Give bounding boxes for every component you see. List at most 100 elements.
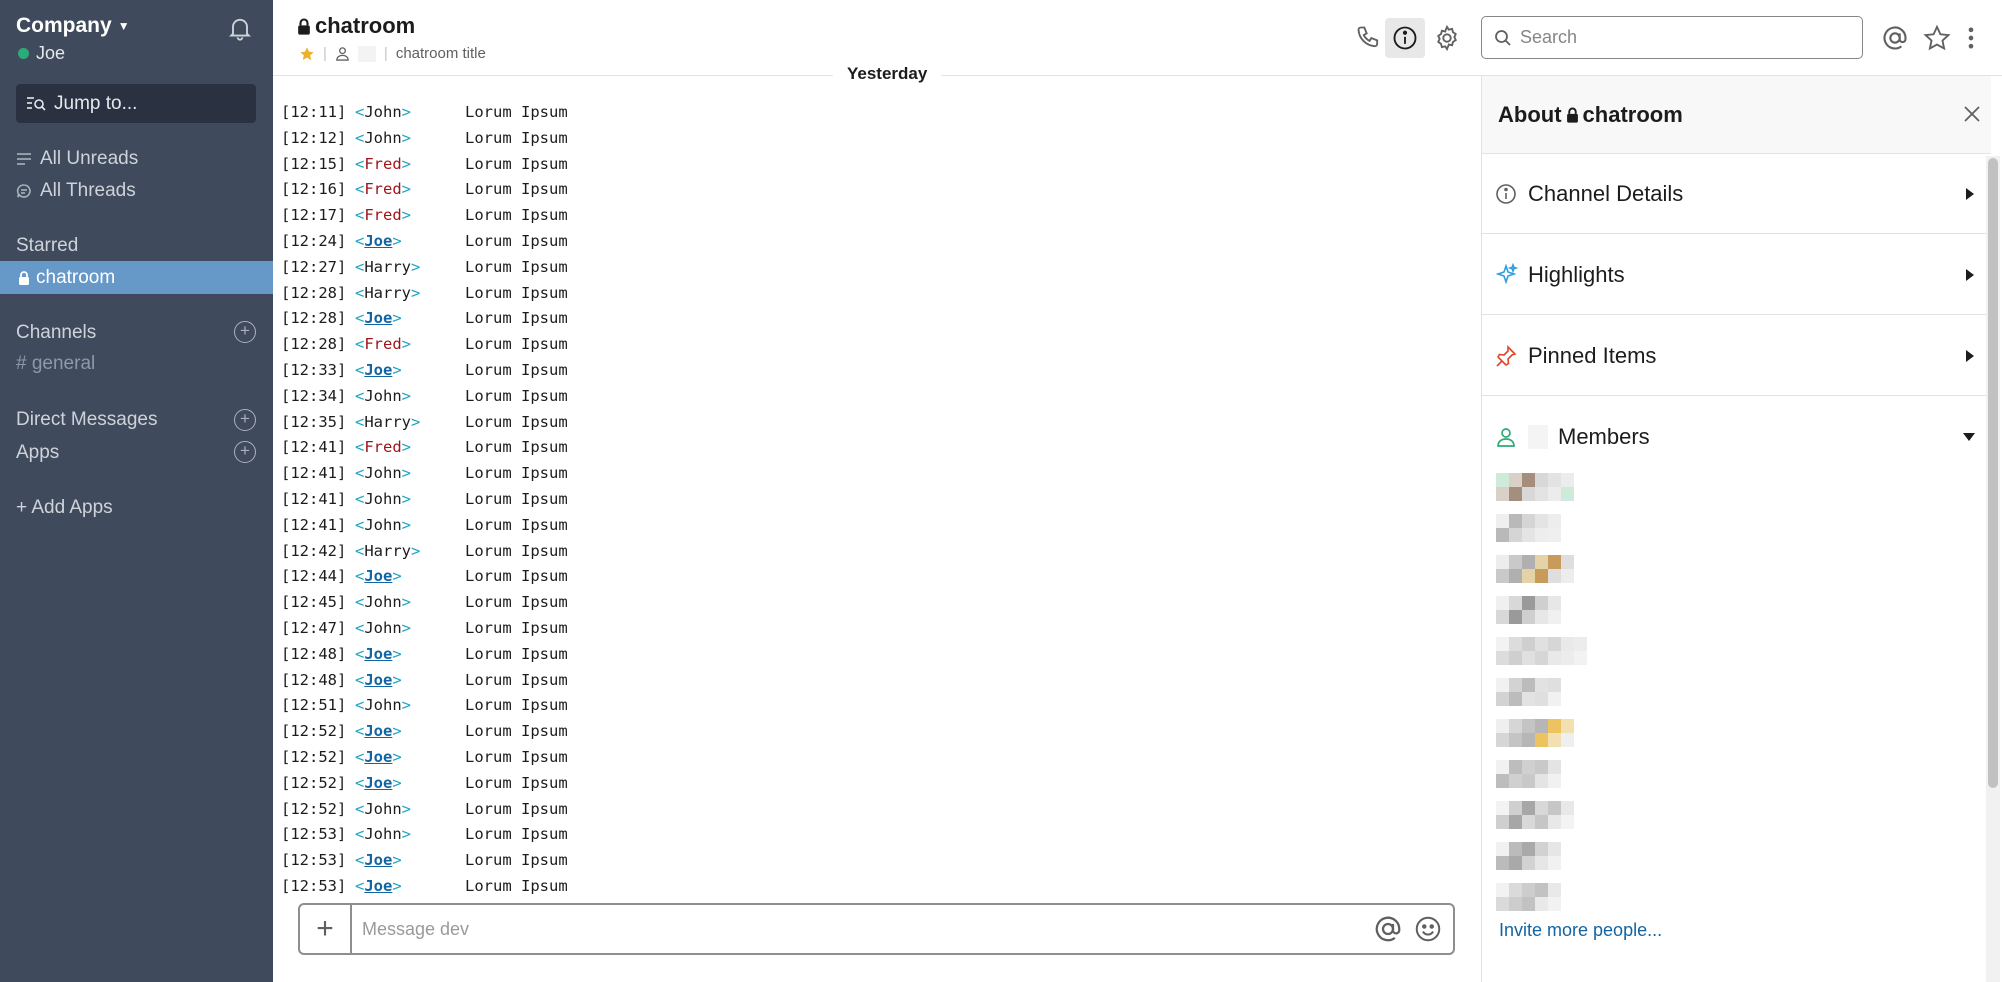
message-timestamp[interactable]: [12:28] [281, 281, 346, 307]
message-nick[interactable]: <John> [355, 797, 411, 823]
member-row[interactable] [1496, 842, 1561, 870]
mention-icon[interactable] [1373, 914, 1403, 944]
message-row[interactable]: [12:41] <John> Lorum Ipsum [281, 461, 1471, 487]
message-nick[interactable]: <Harry> [355, 255, 420, 281]
bell-icon[interactable] [226, 14, 254, 42]
star-icon[interactable] [299, 46, 315, 62]
nick-name[interactable]: Fred [364, 155, 401, 173]
message-row[interactable]: [12:48] <Joe> Lorum Ipsum [281, 668, 1471, 694]
message-row[interactable]: [12:35] <Harry> Lorum Ipsum [281, 410, 1471, 436]
message-nick[interactable]: <John> [355, 384, 411, 410]
message-row[interactable]: [12:11] <John> Lorum Ipsum [281, 100, 1471, 126]
message-timestamp[interactable]: [12:28] [281, 306, 346, 332]
message-row[interactable]: [12:28] <Fred> Lorum Ipsum [281, 332, 1471, 358]
message-row[interactable]: [12:45] <John> Lorum Ipsum [281, 590, 1471, 616]
nick-name[interactable]: John [364, 490, 401, 508]
nick-name[interactable]: John [364, 516, 401, 534]
message-row[interactable]: [12:44] <Joe> Lorum Ipsum [281, 564, 1471, 590]
attach-plus-icon[interactable]: + [300, 905, 352, 953]
add-app-icon[interactable]: + [234, 441, 256, 463]
add-apps-link[interactable]: + Add Apps [16, 497, 113, 519]
message-timestamp[interactable]: [12:17] [281, 203, 346, 229]
message-timestamp[interactable]: [12:53] [281, 874, 346, 897]
nick-name[interactable]: John [364, 800, 401, 818]
message-nick[interactable]: <John> [355, 487, 411, 513]
message-timestamp[interactable]: [12:47] [281, 616, 346, 642]
nick-name[interactable]: Joe [364, 361, 392, 379]
message-row[interactable]: [12:53] <Joe> Lorum Ipsum [281, 848, 1471, 874]
member-count-icon[interactable] [335, 46, 350, 61]
message-nick[interactable]: <Fred> [355, 203, 411, 229]
nick-name[interactable]: Joe [364, 774, 392, 792]
member-row[interactable] [1496, 637, 1587, 665]
jump-to-button[interactable]: Jump to... [16, 84, 256, 123]
nick-name[interactable]: Joe [364, 851, 392, 869]
message-timestamp[interactable]: [12:52] [281, 719, 346, 745]
message-timestamp[interactable]: [12:34] [281, 384, 346, 410]
message-timestamp[interactable]: [12:53] [281, 848, 346, 874]
direct-messages-heading[interactable]: Direct Messages [16, 409, 158, 431]
message-row[interactable]: [12:27] <Harry> Lorum Ipsum [281, 255, 1471, 281]
message-row[interactable]: [12:52] <Joe> Lorum Ipsum [281, 745, 1471, 771]
message-nick[interactable]: <Joe> [355, 564, 402, 590]
message-nick[interactable]: <Harry> [355, 539, 420, 565]
nick-name[interactable]: John [364, 619, 401, 637]
star-outline-icon[interactable] [1923, 24, 1951, 52]
message-row[interactable]: [12:52] <Joe> Lorum Ipsum [281, 719, 1471, 745]
message-nick[interactable]: <Joe> [355, 306, 402, 332]
message-row[interactable]: [12:12] <John> Lorum Ipsum [281, 126, 1471, 152]
message-timestamp[interactable]: [12:53] [281, 822, 346, 848]
nick-name[interactable]: Joe [364, 645, 392, 663]
message-nick[interactable]: <Harry> [355, 281, 420, 307]
message-nick[interactable]: <Joe> [355, 771, 402, 797]
message-nick[interactable]: <John> [355, 693, 411, 719]
message-row[interactable]: [12:17] <Fred> Lorum Ipsum [281, 203, 1471, 229]
close-icon[interactable] [1960, 102, 1984, 126]
message-nick[interactable]: <Fred> [355, 177, 411, 203]
message-timestamp[interactable]: [12:41] [281, 461, 346, 487]
sidebar-item-all-threads[interactable]: All Threads [16, 180, 136, 202]
message-row[interactable]: [12:41] <Fred> Lorum Ipsum [281, 435, 1471, 461]
nick-name[interactable]: Harry [364, 284, 411, 302]
message-row[interactable]: [12:15] <Fred> Lorum Ipsum [281, 152, 1471, 178]
message-timestamp[interactable]: [12:48] [281, 642, 346, 668]
message-nick[interactable]: <Fred> [355, 435, 411, 461]
nick-name[interactable]: John [364, 593, 401, 611]
nick-name[interactable]: John [364, 696, 401, 714]
sidebar-item-all-unreads[interactable]: All Unreads [16, 148, 138, 170]
nick-name[interactable]: Joe [364, 232, 392, 250]
nick-name[interactable]: John [364, 464, 401, 482]
message-timestamp[interactable]: [12:33] [281, 358, 346, 384]
message-row[interactable]: [12:52] <John> Lorum Ipsum [281, 797, 1471, 823]
message-timestamp[interactable]: [12:41] [281, 513, 346, 539]
member-row[interactable] [1496, 514, 1561, 542]
message-timestamp[interactable]: [12:24] [281, 229, 346, 255]
message-timestamp[interactable]: [12:42] [281, 539, 346, 565]
message-nick[interactable]: <Joe> [355, 848, 402, 874]
nick-name[interactable]: Fred [364, 206, 401, 224]
nick-name[interactable]: John [364, 129, 401, 147]
message-nick[interactable]: <Harry> [355, 410, 420, 436]
nick-name[interactable]: Joe [364, 567, 392, 585]
message-input[interactable]: Message dev [352, 919, 1373, 940]
message-timestamp[interactable]: [12:51] [281, 693, 346, 719]
add-dm-icon[interactable]: + [234, 409, 256, 431]
emoji-icon[interactable] [1413, 914, 1443, 944]
message-nick[interactable]: <John> [355, 590, 411, 616]
nick-name[interactable]: John [364, 387, 401, 405]
section-channel-details[interactable]: Channel Details [1482, 154, 1991, 234]
nick-name[interactable]: Fred [364, 335, 401, 353]
message-timestamp[interactable]: [12:48] [281, 668, 346, 694]
member-row[interactable] [1496, 801, 1574, 829]
gear-icon[interactable] [1433, 24, 1461, 52]
message-timestamp[interactable]: [12:11] [281, 100, 346, 126]
nick-name[interactable]: Joe [364, 309, 392, 327]
nick-name[interactable]: John [364, 825, 401, 843]
more-vertical-icon[interactable] [1963, 24, 1979, 52]
message-nick[interactable]: <John> [355, 126, 411, 152]
member-row[interactable] [1496, 555, 1574, 583]
message-nick[interactable]: <John> [355, 100, 411, 126]
message-nick[interactable]: <John> [355, 461, 411, 487]
nick-name[interactable]: Fred [364, 180, 401, 198]
section-highlights[interactable]: Highlights [1482, 235, 1991, 315]
